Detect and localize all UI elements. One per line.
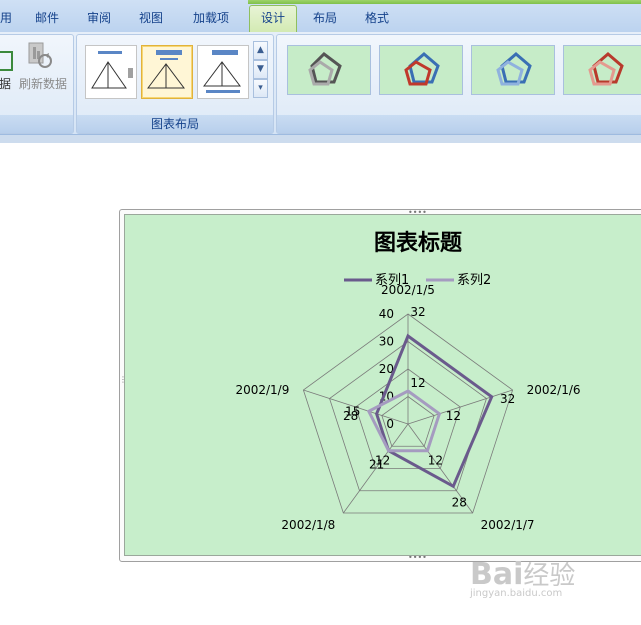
category-label: 2002/1/8 [281, 518, 335, 532]
select-data-button[interactable]: 据 [0, 75, 11, 92]
inner-data-label: 15 [345, 404, 360, 418]
layout-option-3[interactable] [197, 45, 249, 99]
category-label: 2002/1/9 [235, 383, 289, 397]
inner-data-label: 12 [428, 454, 443, 468]
layout-option-2[interactable] [141, 45, 193, 99]
ribbon-bottom-strip [0, 135, 641, 143]
inner-data-label: 12 [375, 454, 390, 468]
radar-chart[interactable]: 图表标题系列1 系列20102030402002/1/52002/1/62002/… [124, 214, 641, 554]
data-label: 32 [500, 392, 515, 406]
data-label: 32 [410, 305, 425, 319]
layout-more-button[interactable]: ▾ [253, 79, 268, 98]
tab-mail[interactable]: 邮件 [26, 7, 68, 29]
tab-use[interactable]: 用 [0, 7, 18, 29]
chart-title: 图表标题 [374, 230, 463, 256]
layout-2-icon [147, 50, 185, 89]
style-3-icon [496, 52, 532, 86]
tab-format[interactable]: 格式 [356, 7, 398, 29]
style-2-icon [404, 52, 440, 86]
refresh-data-icon [28, 42, 52, 68]
watermark-url: jingyan.baidu.com [470, 588, 563, 599]
category-label: 2002/1/6 [527, 383, 581, 397]
baidu-watermark: Bai经验 jingyan.baidu.com [470, 555, 575, 599]
legend-label-series-2: 系列2 [457, 273, 491, 288]
inner-data-label: 12 [446, 409, 461, 423]
axis-tick-label: 0 [386, 417, 394, 431]
chart-styles-group-label [277, 115, 641, 133]
tab-addins[interactable]: 加载项 [184, 7, 238, 29]
tab-design[interactable]: 设计 [249, 5, 297, 32]
chart-tools-context-strip [248, 0, 641, 4]
ribbon-tab-bar: 用 邮件 审阅 视图 加载项 设计 布局 格式 [0, 0, 641, 33]
chart-style-2[interactable] [379, 45, 463, 95]
data-label: 28 [452, 495, 467, 509]
layout-option-1[interactable] [85, 45, 137, 99]
tab-layout[interactable]: 布局 [304, 7, 346, 29]
inner-data-label: 12 [410, 376, 425, 390]
resize-handle-left[interactable]: ⋮ [119, 376, 127, 384]
layout-1-icon [91, 51, 133, 89]
refresh-data-button[interactable]: 刷新数据 [19, 75, 67, 92]
watermark-sub: 经验 [523, 561, 576, 591]
data-group-label [0, 115, 73, 133]
style-1-icon [308, 52, 342, 86]
watermark-main: Bai [470, 557, 524, 592]
style-4-icon [588, 52, 624, 86]
layout-scroll-down-button[interactable]: ▼ [253, 60, 268, 79]
axis-tick-label: 30 [379, 335, 394, 349]
chart-style-4[interactable] [563, 45, 641, 95]
data-group: 据 刷新数据 [0, 34, 74, 134]
layout-scroll-up-button[interactable]: ▲ [253, 41, 268, 60]
chart-layout-group: ▲ ▼ ▾ 图表布局 [76, 34, 274, 134]
select-data-icon [0, 51, 13, 71]
tab-view[interactable]: 视图 [130, 7, 172, 29]
chart-style-3[interactable] [471, 45, 555, 95]
ribbon-panel: 据 刷新数据 ▲ ▼ ▾ 图表布局 [0, 32, 641, 135]
chart-style-1[interactable] [287, 45, 371, 95]
layout-3-icon [203, 50, 241, 93]
category-label: 2002/1/5 [381, 283, 435, 297]
chart-styles-group [276, 34, 641, 134]
tab-review[interactable]: 审阅 [78, 7, 120, 29]
axis-tick-label: 40 [379, 307, 394, 321]
category-label: 2002/1/7 [481, 518, 535, 532]
chart-layout-group-label: 图表布局 [77, 115, 273, 133]
